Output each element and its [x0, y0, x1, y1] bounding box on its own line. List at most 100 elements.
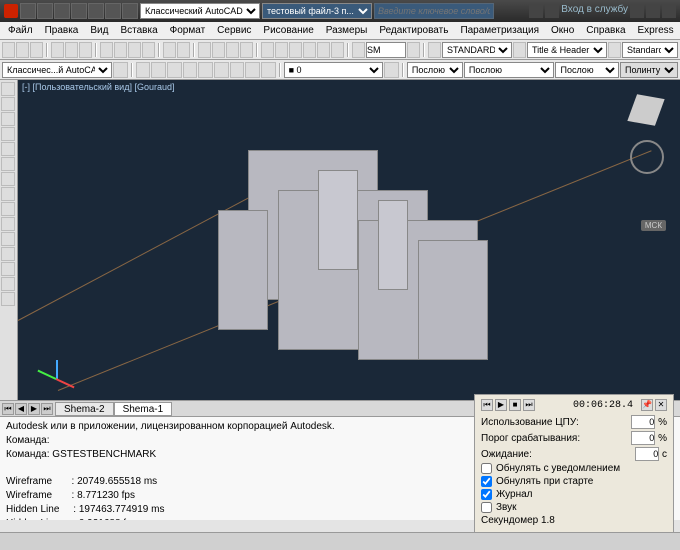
tool-calc-icon[interactable]: [331, 42, 344, 58]
qat-saveas-icon[interactable]: [71, 3, 87, 19]
table-icon[interactable]: [1, 217, 15, 231]
search-input[interactable]: [374, 3, 494, 19]
viewport-label[interactable]: [-] [Пользовательский вид] [Gouraud]: [22, 82, 174, 92]
color-dropdown[interactable]: Послою: [407, 62, 463, 78]
minimize-icon[interactable]: [662, 4, 676, 18]
viewcube[interactable]: [626, 90, 666, 130]
nav-wheel[interactable]: [630, 140, 664, 174]
qat-new-icon[interactable]: [20, 3, 36, 19]
sw-pin-icon[interactable]: 📌: [641, 399, 653, 411]
tool-props-icon[interactable]: [261, 42, 274, 58]
layer3-icon[interactable]: [167, 62, 182, 78]
tool-dim-icon[interactable]: [428, 42, 441, 58]
menu-draw[interactable]: Рисование: [257, 23, 319, 38]
workspace-dropdown[interactable]: Классический AutoCAD: [140, 3, 260, 19]
tab-prev-icon[interactable]: ◀: [15, 403, 27, 415]
qat-open-icon[interactable]: [37, 3, 53, 19]
layer5-icon[interactable]: [198, 62, 213, 78]
tab-shema2[interactable]: Shema-2: [55, 402, 114, 416]
layer8-icon[interactable]: [245, 62, 260, 78]
file-dropdown[interactable]: тестовый файл-3 п...: [262, 3, 372, 19]
menu-modify[interactable]: Редактировать: [373, 23, 454, 38]
group-input[interactable]: [366, 42, 406, 58]
workspace-combo[interactable]: Классичес...й AutoCAD: [2, 62, 112, 78]
hatch-icon[interactable]: [1, 172, 15, 186]
tool-publish-icon[interactable]: [79, 42, 92, 58]
sw-prev-icon[interactable]: ⏮: [481, 399, 493, 411]
tool-text-icon[interactable]: [608, 42, 621, 58]
layer-icon[interactable]: [136, 62, 151, 78]
tool-ssm-icon[interactable]: [303, 42, 316, 58]
layer-dropdown[interactable]: ■ 0: [284, 62, 384, 78]
tool-paste-icon[interactable]: [128, 42, 141, 58]
menu-express[interactable]: Express: [632, 23, 680, 38]
layer9-icon[interactable]: [261, 62, 276, 78]
line-icon[interactable]: [1, 82, 15, 96]
tool-redo-icon[interactable]: [177, 42, 190, 58]
layerstate-icon[interactable]: [384, 62, 399, 78]
ray-icon[interactable]: [1, 292, 15, 306]
login-link[interactable]: Вход в службу: [561, 4, 628, 18]
point-icon[interactable]: [1, 187, 15, 201]
app-logo[interactable]: [4, 4, 18, 18]
qat-print-icon[interactable]: [88, 3, 104, 19]
tool-zoomwin-icon[interactable]: [226, 42, 239, 58]
exchange-icon[interactable]: [630, 4, 644, 18]
menu-help[interactable]: Справка: [580, 23, 631, 38]
tablestyle-dropdown[interactable]: Title & Header L: [527, 42, 607, 58]
wait-input[interactable]: [635, 447, 659, 461]
menu-edit[interactable]: Правка: [39, 23, 85, 38]
tool-dc-icon[interactable]: [275, 42, 288, 58]
dimstyle-dropdown[interactable]: STANDARD: [442, 42, 512, 58]
wcs-label[interactable]: МСК: [641, 220, 666, 231]
layer7-icon[interactable]: [230, 62, 245, 78]
block-icon[interactable]: [1, 247, 15, 261]
tool-markup-icon[interactable]: [317, 42, 330, 58]
menu-window[interactable]: Окно: [545, 23, 580, 38]
plotstyle-dropdown[interactable]: Полинту: [620, 62, 678, 78]
rect-icon[interactable]: [1, 142, 15, 156]
qat-redo-icon[interactable]: [122, 3, 138, 19]
tab-last-icon[interactable]: ⏭: [41, 403, 53, 415]
region-icon[interactable]: [1, 232, 15, 246]
menu-view[interactable]: Вид: [84, 23, 114, 38]
search-icon[interactable]: [529, 4, 543, 18]
tool-save-icon[interactable]: [30, 42, 43, 58]
sw-play-icon[interactable]: ▶: [495, 399, 507, 411]
tool-match-icon[interactable]: [142, 42, 155, 58]
chk-reset-start[interactable]: [481, 476, 492, 487]
sw-stop-icon[interactable]: ■: [509, 399, 521, 411]
xline-icon[interactable]: [1, 277, 15, 291]
layer4-icon[interactable]: [183, 62, 198, 78]
menu-insert[interactable]: Вставка: [114, 23, 163, 38]
spline-icon[interactable]: [1, 262, 15, 276]
tool-dim2-icon[interactable]: [513, 42, 526, 58]
tool-undo-icon[interactable]: [163, 42, 176, 58]
lineweight-dropdown[interactable]: Послою: [555, 62, 618, 78]
textstyle-dropdown[interactable]: Standard: [622, 42, 678, 58]
tab-shema1[interactable]: Shema-1: [114, 402, 173, 416]
tool-zoom-icon[interactable]: [212, 42, 225, 58]
menu-parametric[interactable]: Параметризация: [454, 23, 545, 38]
chk-notify[interactable]: [481, 463, 492, 474]
tool-cut-icon[interactable]: [100, 42, 113, 58]
chk-journal[interactable]: [481, 489, 492, 500]
menu-tools[interactable]: Сервис: [211, 23, 257, 38]
sw-close-icon[interactable]: ✕: [655, 399, 667, 411]
tool-new-icon[interactable]: [2, 42, 15, 58]
tool-copy-icon[interactable]: [114, 42, 127, 58]
tool-zoomprev-icon[interactable]: [240, 42, 253, 58]
cpu-input[interactable]: [631, 415, 655, 429]
thr-input[interactable]: [631, 431, 655, 445]
tool-play-icon[interactable]: [407, 42, 420, 58]
text-icon[interactable]: [1, 202, 15, 216]
tool-a-icon[interactable]: [352, 42, 365, 58]
viewport[interactable]: [-] [Пользовательский вид] [Gouraud] МСК: [18, 80, 680, 400]
linetype-dropdown[interactable]: Послою: [464, 62, 555, 78]
menu-file[interactable]: Файл: [2, 23, 39, 38]
tab-first-icon[interactable]: ⏮: [2, 403, 14, 415]
tool-pan-icon[interactable]: [198, 42, 211, 58]
tool-open-icon[interactable]: [16, 42, 29, 58]
arc-icon[interactable]: [1, 127, 15, 141]
qat-undo-icon[interactable]: [105, 3, 121, 19]
